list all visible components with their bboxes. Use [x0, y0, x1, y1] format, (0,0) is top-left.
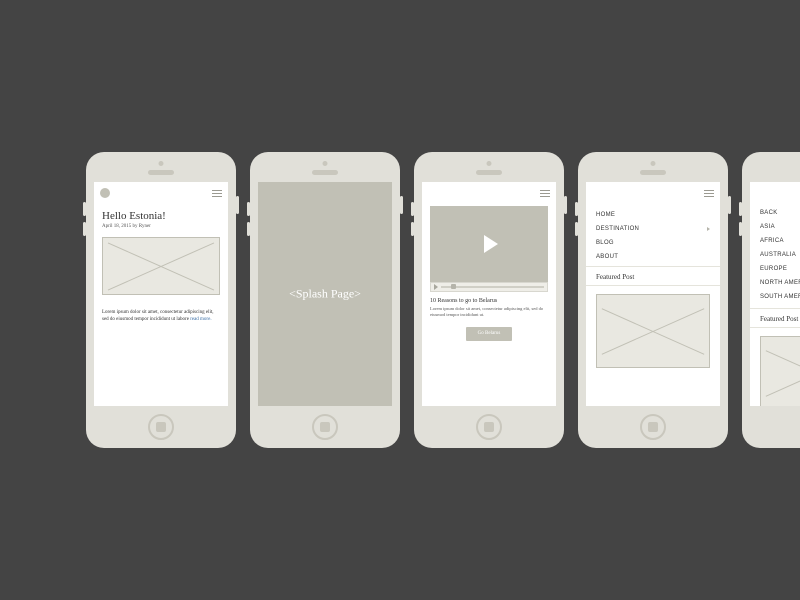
phone-volume-down [575, 222, 578, 236]
phone-mock-menu-main: HOME DESTINATION BLOG ABOUT Featured Pos… [578, 152, 728, 448]
nav-submenu: BACK ASIA AFRICA AUSTRALIA EUROPE NORTH … [750, 200, 800, 306]
header-bar [750, 182, 800, 200]
screen-menu-destinations: BACK ASIA AFRICA AUSTRALIA EUROPE NORTH … [750, 182, 800, 406]
image-placeholder [102, 237, 220, 295]
screen-menu-main: HOME DESTINATION BLOG ABOUT Featured Pos… [586, 182, 720, 406]
nav-item-north-america[interactable]: NORTH AMERICA [760, 276, 800, 290]
phone-volume-up [83, 202, 86, 216]
home-button[interactable] [312, 414, 338, 440]
phone-mock-splash: <Splash Page> [250, 152, 400, 448]
phone-volume-down [411, 222, 414, 236]
video-body: Lorem ipsum dolor sit amet, consectetur … [422, 306, 556, 319]
phone-mock-menu-destinations: BACK ASIA AFRICA AUSTRALIA EUROPE NORTH … [742, 152, 800, 448]
avatar-icon[interactable] [100, 188, 110, 198]
phone-speaker [312, 170, 338, 175]
phone-volume-up [247, 202, 250, 216]
header-bar [586, 182, 720, 200]
featured-post-heading: Featured Post [750, 308, 800, 328]
header-bar [422, 182, 556, 200]
nav-menu: HOME DESTINATION BLOG ABOUT [586, 200, 720, 266]
phone-volume-up [575, 202, 578, 216]
nav-item-home[interactable]: HOME [596, 208, 710, 222]
video-controls[interactable] [430, 282, 548, 292]
home-button[interactable] [640, 414, 666, 440]
header-bar [94, 182, 228, 200]
hamburger-icon[interactable] [704, 190, 714, 197]
phone-power [236, 196, 239, 214]
phone-volume-up [739, 202, 742, 216]
phone-speaker [476, 170, 502, 175]
phone-volume-down [83, 222, 86, 236]
phone-speaker [148, 170, 174, 175]
article-title: Hello Estonia! [94, 200, 228, 224]
phone-power [400, 196, 403, 214]
nav-item-south-america[interactable]: SOUTH AMERICA [760, 290, 800, 304]
featured-post-heading: Featured Post [586, 266, 720, 286]
video-title: 10 Reasons to go to Belarus [422, 292, 556, 306]
article-body: Lorem ipsum dolor sit amet, consectetur … [94, 295, 228, 323]
hamburger-icon[interactable] [212, 190, 222, 197]
home-button[interactable] [476, 414, 502, 440]
screen-splash: <Splash Page> [258, 182, 392, 406]
home-button[interactable] [148, 414, 174, 440]
article-meta: April 18, 2015 by Ryner [94, 224, 228, 235]
phone-volume-down [247, 222, 250, 236]
read-more-link[interactable]: read more. [190, 317, 211, 322]
phone-camera [159, 161, 164, 166]
nav-item-destination[interactable]: DESTINATION [596, 222, 710, 236]
seek-track[interactable] [441, 286, 544, 288]
phone-power [728, 196, 731, 214]
image-placeholder [596, 294, 710, 368]
nav-item-africa[interactable]: AFRICA [760, 234, 800, 248]
screen-article: Hello Estonia! April 18, 2015 by Ryner L… [94, 182, 228, 406]
phone-camera [651, 161, 656, 166]
phone-speaker [640, 170, 666, 175]
video-player[interactable] [430, 206, 548, 282]
cta-button[interactable]: Go Belarus [466, 327, 512, 341]
phone-camera [487, 161, 492, 166]
phone-mock-video: 10 Reasons to go to Belarus Lorem ipsum … [414, 152, 564, 448]
nav-item-australia[interactable]: AUSTRALIA [760, 248, 800, 262]
play-icon[interactable] [484, 235, 498, 253]
nav-item-europe[interactable]: EUROPE [760, 262, 800, 276]
phone-volume-down [739, 222, 742, 236]
phone-volume-up [411, 202, 414, 216]
phone-camera [323, 161, 328, 166]
image-placeholder [760, 336, 800, 406]
chevron-right-icon [707, 227, 710, 231]
screen-video: 10 Reasons to go to Belarus Lorem ipsum … [422, 182, 556, 406]
play-small-icon[interactable] [434, 284, 438, 290]
wireframe-canvas: Hello Estonia! April 18, 2015 by Ryner L… [0, 0, 800, 600]
nav-item-asia[interactable]: ASIA [760, 220, 800, 234]
nav-item-blog[interactable]: BLOG [596, 236, 710, 250]
hamburger-icon[interactable] [540, 190, 550, 197]
splash-label: <Splash Page> [258, 287, 392, 302]
nav-item-about[interactable]: ABOUT [596, 250, 710, 264]
phone-power [564, 196, 567, 214]
phone-mock-article: Hello Estonia! April 18, 2015 by Ryner L… [86, 152, 236, 448]
nav-item-back[interactable]: BACK [760, 206, 800, 220]
